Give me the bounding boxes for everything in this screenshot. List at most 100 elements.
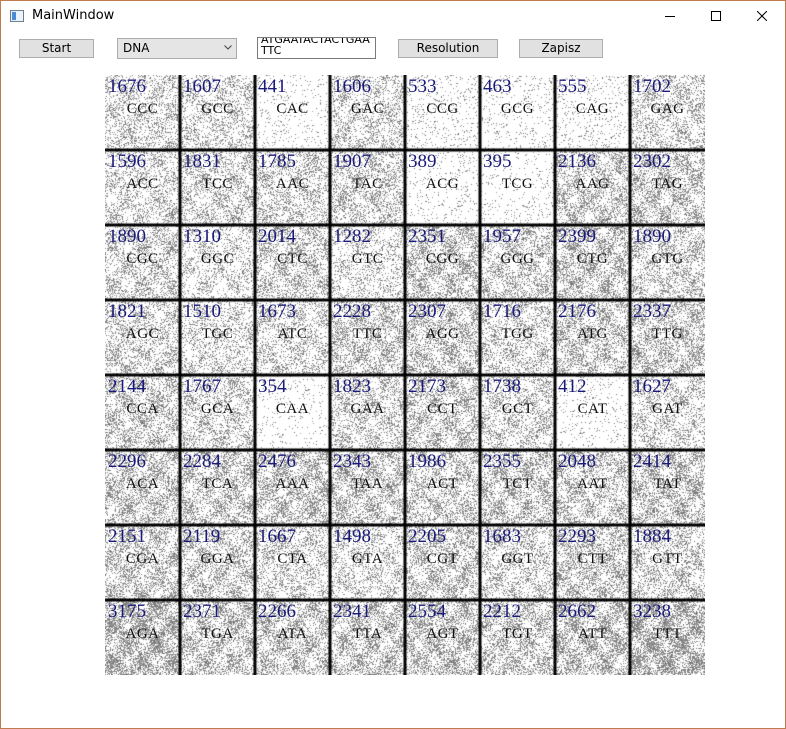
main-window: MainWindow Start DNA ATGAATACTACTGAATTC … (0, 0, 786, 729)
minimize-button[interactable] (647, 1, 693, 31)
codon-label: TTT (653, 626, 682, 642)
codon-label: AAA (275, 476, 310, 492)
sequence-input[interactable]: ATGAATACTACTGAATTC (257, 37, 376, 59)
codon-count: 1957 (483, 226, 521, 247)
codon-count: 1821 (108, 301, 146, 322)
codon-label: CGG (425, 251, 460, 267)
start-button[interactable]: Start (19, 39, 94, 58)
codon-count: 2337 (633, 301, 671, 322)
codon-cell: 2351 CGG (405, 225, 480, 300)
codon-count: 1683 (483, 526, 521, 547)
codon-cell: 1596 ACC (105, 150, 180, 225)
codon-count: 1667 (258, 526, 296, 547)
codon-cell: 2554 AGT (405, 600, 480, 675)
codon-count: 412 (558, 376, 587, 397)
codon-count: 2351 (408, 226, 446, 247)
codon-count: 2212 (483, 601, 521, 622)
codon-count: 1676 (108, 76, 146, 97)
codon-label: ATC (277, 326, 308, 342)
codon-count: 2476 (258, 451, 296, 472)
codon-cell: 1716 TGG (480, 300, 555, 375)
codon-label: GTA (351, 551, 384, 567)
codon-cell: 2296 ACA (105, 450, 180, 525)
codon-cell: 1310 GGC (180, 225, 255, 300)
codon-count: 441 (258, 76, 287, 97)
codon-count: 2293 (558, 526, 596, 547)
codon-count: 1702 (633, 76, 671, 97)
codon-label: TAC (352, 176, 383, 192)
codon-label: AAC (275, 176, 310, 192)
codon-label: GAG (650, 101, 685, 117)
codon-cell: 1785 AAC (255, 150, 330, 225)
codon-cell: 1890 CGC (105, 225, 180, 300)
codon-label: TAT (653, 476, 682, 492)
codon-cell: 2307 AGG (405, 300, 480, 375)
codon-count: 1627 (633, 376, 671, 397)
codon-label: CTA (277, 551, 308, 567)
codon-cell: 2414 TAT (630, 450, 705, 525)
maximize-button[interactable] (693, 1, 739, 31)
codon-count: 1884 (633, 526, 671, 547)
codon-label: ATT (578, 626, 607, 642)
codon-label: TTC (352, 326, 383, 342)
codon-cell: 1667 CTA (255, 525, 330, 600)
codon-label: ACC (126, 176, 159, 192)
codon-cell: 412 CAT (555, 375, 630, 450)
codon-label: TGA (201, 626, 234, 642)
codon-label: GCC (201, 101, 234, 117)
codon-count: 2119 (183, 526, 221, 547)
save-button[interactable]: Zapisz (519, 39, 603, 58)
codon-cell: 1498 GTA (330, 525, 405, 600)
codon-cell: 2662 ATT (555, 600, 630, 675)
codon-count: 2296 (108, 451, 146, 472)
codon-label: GGG (500, 251, 535, 267)
codon-cell: 2399 CTG (555, 225, 630, 300)
title-bar[interactable]: MainWindow (1, 1, 785, 31)
codon-cell: 1738 GCT (480, 375, 555, 450)
resolution-button[interactable]: Resolution (398, 39, 498, 58)
codon-label: TGG (501, 326, 534, 342)
codon-label: AGA (125, 626, 160, 642)
codon-cell: 1683 GGT (480, 525, 555, 600)
codon-cell: 463 GCG (480, 75, 555, 150)
codon-count: 2371 (183, 601, 221, 622)
codon-count: 1831 (183, 151, 221, 172)
codon-count: 2176 (558, 301, 596, 322)
codon-cell: 2151 CGA (105, 525, 180, 600)
codon-count: 1767 (183, 376, 221, 397)
codon-cell: 2355 TCT (480, 450, 555, 525)
codon-label: CCC (126, 101, 159, 117)
codon-cell: 2173 CCT (405, 375, 480, 450)
codon-label: ACG (425, 176, 460, 192)
codon-label: CAA (275, 401, 310, 417)
codon-cell: 2212 TGT (480, 600, 555, 675)
codon-count: 3238 (633, 601, 671, 622)
codon-count: 1890 (108, 226, 146, 247)
codon-label: GTT (652, 551, 683, 567)
codon-count: 354 (258, 376, 287, 397)
codon-label: AGG (425, 326, 460, 342)
codon-label: CAG (575, 101, 610, 117)
codon-label: AAT (577, 476, 608, 492)
mode-select[interactable]: DNA (117, 38, 237, 59)
codon-label: AGT (426, 626, 459, 642)
codon-cell: 441 CAC (255, 75, 330, 150)
codon-count: 1310 (183, 226, 221, 247)
codon-count: 2205 (408, 526, 446, 547)
codon-cell: 2341 TTA (330, 600, 405, 675)
codon-label: GCA (200, 401, 235, 417)
codon-cell: 1676 CCC (105, 75, 180, 150)
codon-label: GAA (350, 401, 385, 417)
codon-cell: 1957 GGG (480, 225, 555, 300)
codon-cell: 555 CAG (555, 75, 630, 150)
codon-count: 1890 (633, 226, 671, 247)
codon-count: 2144 (108, 376, 146, 397)
codon-count: 1785 (258, 151, 296, 172)
codon-cell: 1884 GTT (630, 525, 705, 600)
codon-count: 2284 (183, 451, 221, 472)
codon-label: TCA (201, 476, 234, 492)
codon-cell: 1673 ATC (255, 300, 330, 375)
codon-count: 2307 (408, 301, 446, 322)
close-button[interactable] (739, 1, 785, 31)
codon-label: TTA (352, 626, 383, 642)
